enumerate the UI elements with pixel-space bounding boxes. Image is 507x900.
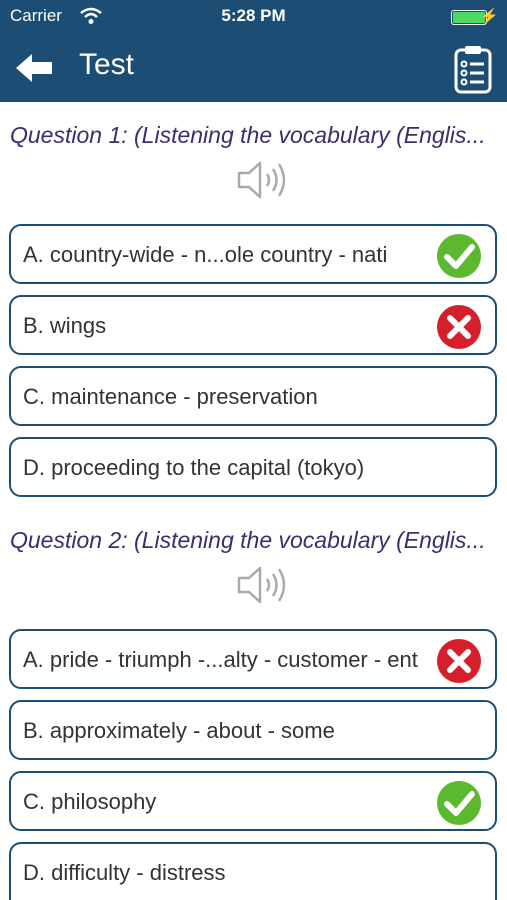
option-label: A. pride - triumph -...alty - customer -…: [23, 647, 418, 672]
option-q1-b[interactable]: B. wings: [9, 295, 497, 355]
back-arrow-icon[interactable]: [14, 50, 54, 86]
option-q2-c[interactable]: C. philosophy: [9, 771, 497, 831]
cross-icon: [437, 305, 481, 349]
status-time: 5:28 PM: [221, 6, 286, 25]
speaker-icon[interactable]: [236, 158, 288, 202]
option-q1-a[interactable]: A. country-wide - n...ole country - nati: [9, 224, 497, 284]
status-bar: Carrier 5:28 PM ⚡: [0, 0, 507, 34]
option-q1-c[interactable]: C. maintenance - preservation: [9, 366, 497, 426]
option-label: C. maintenance - preservation: [23, 384, 318, 409]
page-title: Test: [79, 48, 135, 81]
nav-bar: Test: [0, 34, 507, 102]
option-q2-a[interactable]: A. pride - triumph -...alty - customer -…: [9, 629, 497, 689]
option-label: D. difficulty - distress: [23, 860, 226, 885]
option-q2-b[interactable]: B. approximately - about - some: [9, 700, 497, 760]
option-label: B. wings: [23, 313, 107, 338]
option-label: D. proceeding to the capital (tokyo): [23, 455, 365, 480]
question-2-text: Question 2: (Listening the vocabulary (E…: [10, 527, 486, 553]
clipboard-icon[interactable]: [453, 44, 493, 94]
option-label: B. approximately - about - some: [23, 718, 335, 743]
question-1-text: Question 1: (Listening the vocabulary (E…: [10, 122, 486, 148]
checkmark-icon: [437, 781, 481, 825]
option-label: A. country-wide - n...ole country - nati: [23, 242, 388, 267]
checkmark-icon: [437, 234, 481, 278]
cross-icon: [437, 639, 481, 683]
option-label: C. philosophy: [23, 789, 157, 814]
option-q1-d[interactable]: D. proceeding to the capital (tokyo): [9, 437, 497, 497]
option-q2-d[interactable]: D. difficulty - distress: [9, 842, 497, 900]
charging-icon: ⚡: [480, 8, 499, 25]
speaker-icon[interactable]: [236, 563, 288, 607]
